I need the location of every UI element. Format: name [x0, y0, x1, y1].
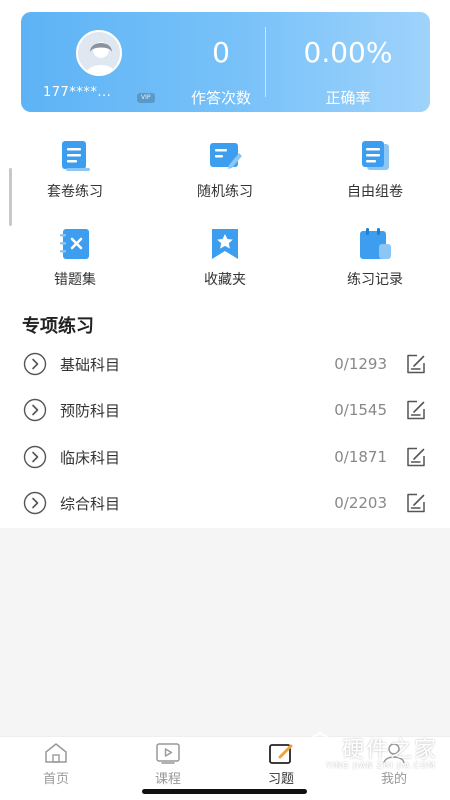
edit-icon[interactable]	[404, 352, 428, 376]
favorites-icon	[207, 226, 243, 262]
func-custom-paper[interactable]: 自由组卷	[305, 138, 445, 208]
watermark-subtitle: YING JIAN ZHI JIA.COM	[326, 761, 436, 770]
edit-icon[interactable]	[404, 445, 428, 469]
home-icon	[43, 741, 69, 765]
wrong-questions-icon	[57, 226, 93, 262]
tab-label: 首页	[42, 772, 69, 787]
func-random-practice[interactable]: 随机练习	[155, 138, 295, 208]
paper-set-icon	[57, 138, 93, 174]
func-label: 随机练习	[197, 184, 253, 200]
subject-progress: 0/2203	[334, 494, 387, 512]
practice-record-icon	[357, 226, 393, 262]
card-divider	[265, 27, 266, 97]
func-favorites[interactable]: 收藏夹	[155, 226, 295, 296]
accuracy-value: 0.00%	[303, 36, 393, 69]
subject-row[interactable]: 综合科目 0/2203	[0, 481, 450, 527]
func-paper-set[interactable]: 套卷练习	[5, 138, 145, 208]
func-label: 自由组卷	[347, 184, 403, 200]
subject-name: 预防科目	[60, 402, 121, 420]
func-label: 收藏夹	[204, 272, 246, 288]
subject-name: 临床科目	[60, 449, 121, 467]
tab-course[interactable]: 课程	[112, 737, 224, 793]
tab-label: 课程	[154, 772, 181, 787]
section-title: 专项练习	[22, 316, 94, 337]
edit-icon[interactable]	[404, 491, 428, 515]
func-label: 套卷练习	[47, 184, 103, 200]
video-course-icon	[155, 741, 181, 765]
answer-count-value: 0	[212, 36, 230, 69]
stats-card: 177****... VIP 0 作答次数 0.00% 正确率	[21, 12, 430, 112]
watermark: 硬件之家 YING JIAN ZHI JIA.COM	[296, 728, 450, 774]
subject-name: 综合科目	[60, 495, 121, 513]
accuracy-label: 正确率	[325, 89, 371, 107]
answer-count-label: 作答次数	[190, 89, 251, 107]
watermark-title: 硬件之家	[342, 738, 439, 763]
tab-home[interactable]: 首页	[0, 737, 112, 793]
subject-progress: 0/1545	[334, 401, 387, 419]
subject-progress: 0/1871	[334, 448, 387, 466]
chevron-right-icon	[23, 352, 47, 376]
subject-name: 基础科目	[60, 356, 121, 374]
func-label: 练习记录	[347, 272, 403, 288]
home-indicator	[142, 789, 307, 794]
func-label: 错题集	[54, 272, 96, 288]
subject-progress: 0/1293	[334, 355, 387, 373]
random-practice-icon	[207, 138, 243, 174]
vip-badge: VIP	[137, 93, 155, 103]
func-wrong-questions[interactable]: 错题集	[5, 226, 145, 296]
subject-row[interactable]: 基础科目 0/1293	[0, 342, 450, 388]
avatar[interactable]	[76, 30, 122, 76]
chevron-right-icon	[23, 398, 47, 422]
edit-icon[interactable]	[404, 398, 428, 422]
func-practice-record[interactable]: 练习记录	[305, 226, 445, 296]
custom-paper-icon	[357, 138, 393, 174]
exercise-icon	[268, 741, 294, 765]
chevron-right-icon	[23, 445, 47, 469]
subject-row[interactable]: 预防科目 0/1545	[0, 388, 450, 434]
subject-row[interactable]: 临床科目 0/1871	[0, 435, 450, 481]
chevron-right-icon	[23, 491, 47, 515]
